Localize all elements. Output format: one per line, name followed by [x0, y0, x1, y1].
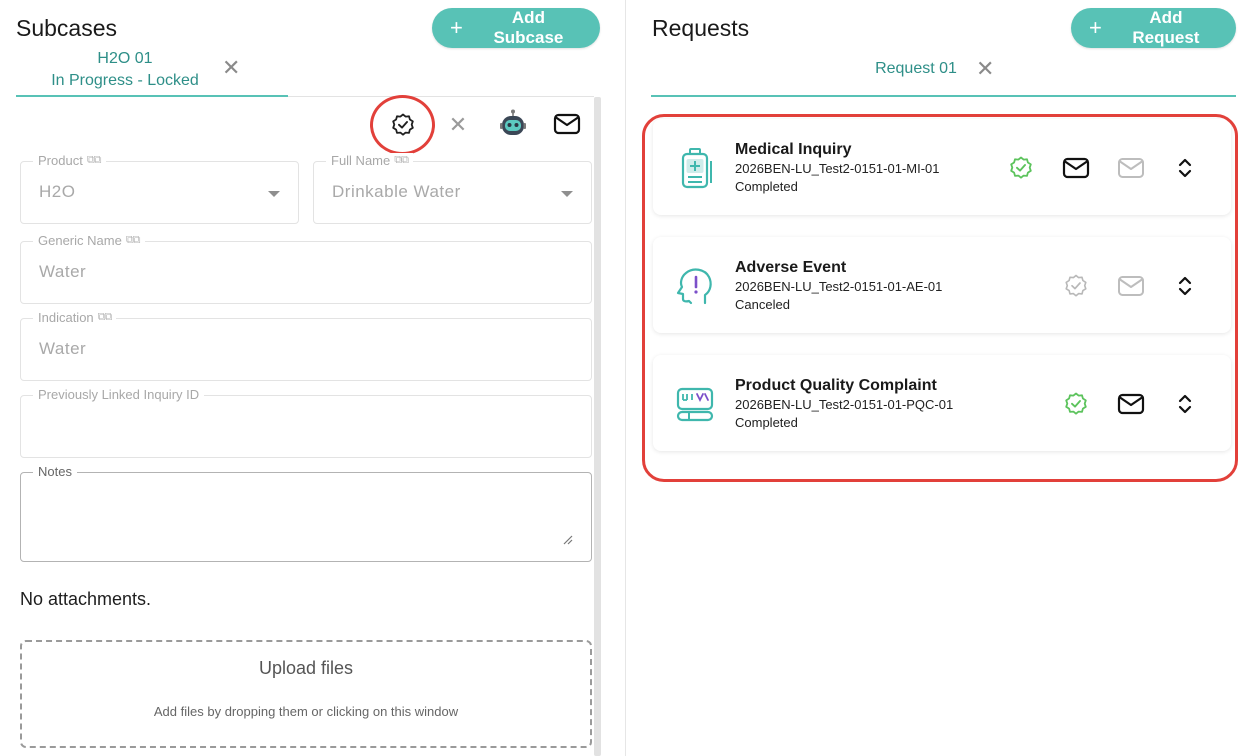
- plus-icon: +: [1089, 15, 1102, 40]
- requests-title: Requests: [652, 15, 750, 41]
- copy-icon: ⧉⧉: [97, 311, 113, 323]
- add-subcase-label: Add Subcase: [493, 8, 564, 47]
- active-request-tab-indicator: [651, 95, 1236, 97]
- copy-icon: ⧉⧉: [394, 154, 409, 166]
- chevron-down-icon: [561, 191, 573, 197]
- subcases-title: Subcases: [16, 15, 118, 41]
- close-subcase-tab-icon[interactable]: ✕: [222, 57, 240, 79]
- plus-icon: +: [450, 15, 463, 40]
- product-label: Product: [38, 153, 83, 168]
- mail-icon[interactable]: [552, 111, 582, 137]
- upload-dropzone[interactable]: Upload files Add files by dropping them …: [20, 640, 592, 748]
- resize-handle-icon[interactable]: [563, 535, 573, 545]
- copy-icon: ⧉⧉: [125, 234, 141, 246]
- chevron-down-icon: [268, 191, 280, 197]
- full-name-label: Full Name: [331, 153, 391, 168]
- upload-hint: Add files by dropping them or clicking o…: [153, 704, 459, 719]
- linked-inquiry-label: Previously Linked Inquiry ID: [38, 387, 200, 402]
- generic-name-value: Water: [39, 262, 87, 281]
- product-value: H2O: [39, 182, 76, 201]
- highlight-box: [642, 114, 1238, 482]
- full-name-value: Drinkable Water: [332, 182, 461, 201]
- full-name-select[interactable]: Full Name ⧉⧉ Drinkable Water: [313, 153, 592, 224]
- tab-subcase-status: In Progress - Locked: [51, 72, 199, 89]
- generic-name-field[interactable]: Generic Name ⧉⧉ Water: [20, 233, 592, 304]
- tab-request-01[interactable]: Request 01: [866, 60, 966, 78]
- indication-field[interactable]: Indication ⧉⧉ Water: [20, 310, 592, 381]
- notes-label: Notes: [38, 464, 72, 479]
- upload-title: Upload files: [258, 658, 354, 678]
- form-scrollbar[interactable]: [594, 97, 601, 756]
- copy-icon: ⧉⧉: [86, 154, 102, 166]
- product-select[interactable]: Product ⧉⧉ H2O: [20, 153, 299, 224]
- tab-subcase-name: H2O 01: [97, 50, 153, 67]
- tab-subcase-h2o-01[interactable]: H2O 01 In Progress - Locked: [30, 48, 220, 92]
- active-tab-indicator: [16, 95, 288, 97]
- indication-label: Indication: [38, 310, 94, 325]
- add-request-label: Add Request: [1132, 8, 1200, 47]
- highlight-ring: [370, 95, 435, 155]
- notes-textarea[interactable]: Notes: [20, 464, 592, 562]
- cancel-x-icon[interactable]: ✕: [445, 112, 471, 138]
- indication-value: Water: [39, 339, 87, 358]
- close-request-tab-icon[interactable]: ✕: [976, 58, 994, 80]
- generic-name-label: Generic Name: [38, 233, 122, 248]
- subcases-panel: Subcases + Add Subcase H2O 01 In Progres…: [0, 0, 626, 756]
- robot-assistant-icon[interactable]: [498, 108, 528, 140]
- add-request-button[interactable]: + Add Request: [1071, 8, 1236, 48]
- linked-inquiry-field[interactable]: Previously Linked Inquiry ID: [20, 387, 592, 458]
- no-attachments-text: No attachments.: [20, 589, 152, 609]
- add-subcase-button[interactable]: + Add Subcase: [432, 8, 600, 48]
